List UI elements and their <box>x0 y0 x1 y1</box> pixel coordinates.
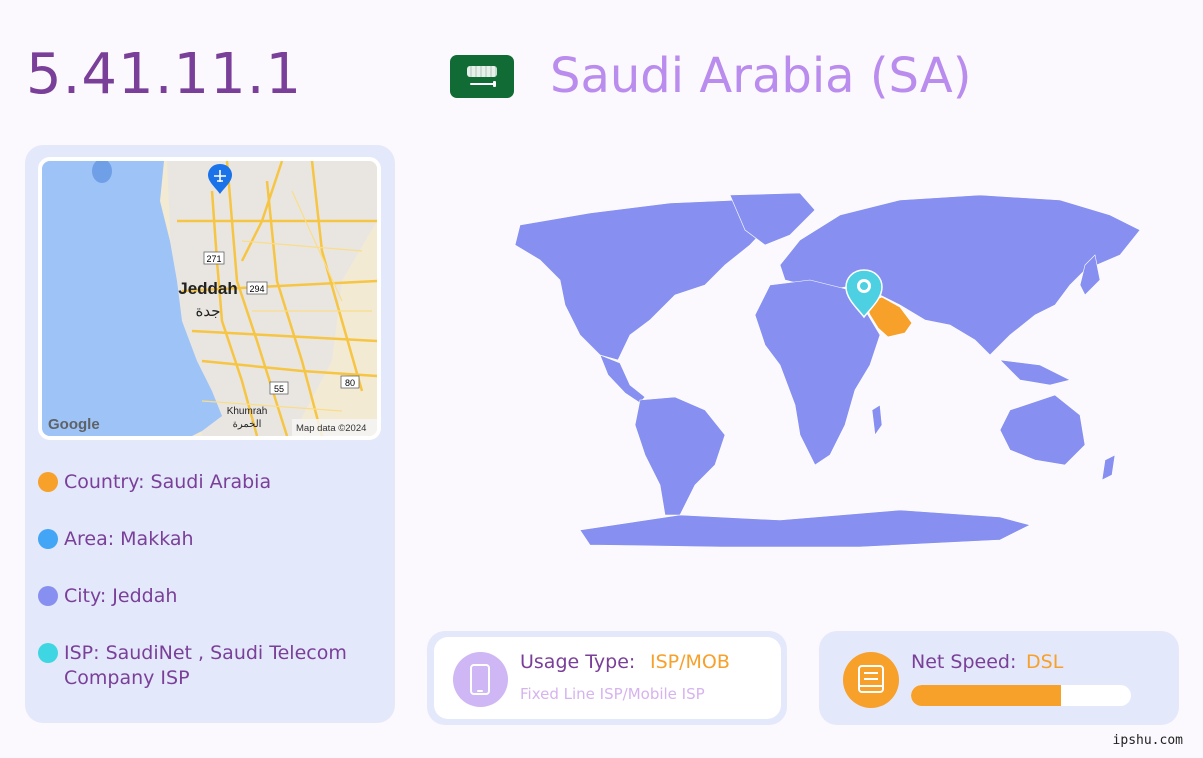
site-footer[interactable]: ipshu.com <box>1113 733 1183 748</box>
ip-address: 5.41.11.1 <box>26 42 303 107</box>
info-isp-text: ISP: SaudiNet , Saudi Telecom Company IS… <box>64 642 347 689</box>
world-map[interactable] <box>480 185 1160 555</box>
saudi-flag-icon <box>450 55 514 98</box>
info-area: Area: Makkah <box>38 527 364 552</box>
net-speed-label: Net Speed: <box>911 651 1017 673</box>
map-city-label: Jeddah <box>178 279 238 298</box>
network-speed-icon <box>858 665 884 693</box>
city-map[interactable]: 271 294 55 80 Jeddah جدة Khumrah الخمرة … <box>38 157 381 440</box>
country-title: Saudi Arabia (SA) <box>550 48 972 104</box>
info-city: City: Jeddah <box>38 584 364 609</box>
info-country-text: Country: Saudi Arabia <box>64 471 272 493</box>
info-city-text: City: Jeddah <box>64 585 178 607</box>
usage-type-value: ISP/MOB <box>650 651 730 673</box>
area-dot <box>38 529 58 549</box>
map-district-label-ar: الخمرة <box>233 419 262 430</box>
road-label-80: 80 <box>345 378 355 388</box>
google-logo: Google <box>48 416 100 433</box>
road-label-55: 55 <box>274 384 284 394</box>
map-attribution: Map data ©2024 <box>296 423 366 434</box>
country-dot <box>38 472 58 492</box>
usage-type-description: Fixed Line ISP/Mobile ISP <box>520 685 705 703</box>
speed-bar-track <box>911 685 1131 706</box>
speed-bar-fill <box>911 685 1061 706</box>
road-label-294: 294 <box>249 284 264 294</box>
net-speed-value: DSL <box>1026 651 1064 673</box>
usage-type-label: Usage Type: <box>520 651 636 673</box>
info-area-text: Area: Makkah <box>64 528 194 550</box>
city-dot <box>38 586 58 606</box>
info-isp: ISP: SaudiNet , Saudi Telecom Company IS… <box>38 641 364 691</box>
map-district-label: Khumrah <box>227 406 268 417</box>
isp-dot <box>38 643 58 663</box>
phone-icon-button <box>477 690 483 692</box>
info-country: Country: Saudi Arabia <box>38 470 364 495</box>
road-label-271: 271 <box>206 254 221 264</box>
map-city-label-ar: جدة <box>195 303 220 320</box>
